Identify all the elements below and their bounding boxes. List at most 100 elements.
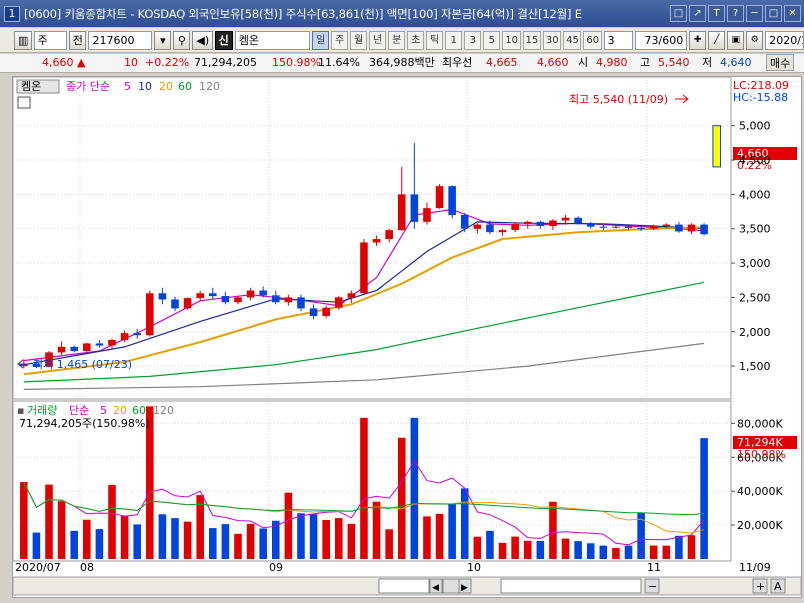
- candle-body: [120, 333, 129, 340]
- chart-svg[interactable]: 켐온 종가 단순 5 10 20 60 120 LC:218.09 HC:-15…: [12, 76, 802, 597]
- seg-60[interactable]: 60: [583, 30, 602, 50]
- low-annotation: 최저 1,465 (07/23): [33, 358, 132, 371]
- volume-bar: [536, 540, 545, 559]
- seg-5[interactable]: 5: [483, 30, 501, 50]
- vol-current-text: 71,294,205주(150.98%): [19, 417, 150, 430]
- close-button[interactable]: ✕: [784, 5, 801, 22]
- legend-ma-5: 5: [124, 80, 131, 93]
- stock-name-field[interactable]: 켐온: [234, 30, 311, 50]
- volume-bar: [309, 514, 318, 559]
- best-ask: 4,660: [537, 56, 569, 69]
- prev-button[interactable]: 전: [68, 30, 87, 50]
- date-input[interactable]: 2020/1: [765, 30, 804, 50]
- seg-3[interactable]: 3: [464, 30, 482, 50]
- x-label-10: 10: [467, 561, 481, 574]
- scroll-track[interactable]: [378, 578, 430, 594]
- volume-bar: [45, 484, 53, 559]
- seg-year[interactable]: 년: [369, 30, 387, 50]
- scroll-left-icon[interactable]: ◀: [432, 583, 439, 593]
- volume-bar: [423, 516, 431, 559]
- low-price: 4,640: [720, 56, 752, 69]
- seg-second[interactable]: 초: [407, 30, 425, 50]
- candle-body: [95, 343, 104, 346]
- buy-button[interactable]: 매수: [766, 54, 795, 71]
- count-input[interactable]: 73/600: [634, 30, 688, 50]
- volume-bar: [700, 438, 708, 559]
- candle-body: [309, 308, 318, 316]
- stock-code-input[interactable]: 217600: [88, 30, 153, 50]
- period-select[interactable]: 주: [33, 30, 67, 50]
- credit-badge: 신: [214, 30, 233, 50]
- forecast-box: [712, 125, 721, 168]
- link-icon[interactable]: ↗: [689, 5, 706, 22]
- x-axis: 2020/07 08 09 10 11 11/09: [15, 561, 771, 574]
- maximize-button[interactable]: □: [765, 5, 782, 22]
- candle-body: [675, 224, 683, 232]
- help-icon[interactable]: ?: [727, 5, 744, 22]
- seg-day[interactable]: 일: [312, 30, 330, 50]
- candle-body: [423, 208, 431, 222]
- candle-body: [221, 296, 230, 303]
- candle-body: [612, 226, 620, 228]
- low-label: 저: [702, 56, 713, 69]
- settings-icon[interactable]: ⚙: [746, 30, 764, 50]
- zoom-in-icon[interactable]: +: [756, 580, 765, 593]
- volume-ratio: 150.98%: [272, 56, 321, 69]
- candle-body: [397, 194, 406, 231]
- volume-bar: [83, 519, 91, 559]
- volume-bar: [549, 501, 557, 559]
- candle-body: [297, 297, 305, 309]
- seg-30[interactable]: 30: [542, 30, 562, 50]
- price-tick-label: 1,500: [739, 360, 771, 373]
- legend-ma-120: 120: [199, 80, 220, 93]
- dropdown-chevron-icon[interactable]: ▾: [154, 30, 172, 50]
- candle-body: [70, 346, 78, 351]
- candle-body: [486, 224, 494, 233]
- save-icon[interactable]: ▣: [727, 30, 745, 50]
- seg-tick[interactable]: 틱: [426, 30, 444, 50]
- minimize-button[interactable]: ─: [746, 5, 763, 22]
- candle-body: [662, 224, 671, 226]
- volume-bar: [523, 540, 532, 559]
- grid-toggle-icon[interactable]: [17, 96, 31, 109]
- price-tick-label: 5,000: [739, 120, 771, 133]
- seg-minute[interactable]: 분: [388, 30, 406, 50]
- zoom-out-icon[interactable]: −: [648, 580, 657, 593]
- volume-bar: [297, 513, 305, 559]
- zoom-slider[interactable]: [500, 578, 642, 594]
- candle-body: [536, 221, 545, 226]
- candle-body: [435, 186, 444, 209]
- seg-15[interactable]: 15: [522, 30, 541, 50]
- restore-view-icon[interactable]: □: [670, 5, 687, 22]
- volume-bar: [397, 437, 406, 559]
- scroll-thumb[interactable]: [442, 578, 460, 594]
- auto-scale-icon[interactable]: A: [774, 580, 782, 593]
- interval-select[interactable]: 3: [603, 30, 633, 50]
- candle-body: [460, 214, 469, 229]
- crosshair-icon[interactable]: ✚: [689, 30, 707, 50]
- volume-bar: [498, 542, 507, 559]
- trade-amount: 364,988백만: [369, 56, 435, 69]
- price-tick-label: 4,500: [739, 154, 771, 167]
- volume-bar: [70, 530, 78, 559]
- magnifier-icon[interactable]: ⚲: [173, 30, 191, 50]
- vol-legend-ma-120: 120: [153, 404, 174, 417]
- line-tool-icon[interactable]: ╱: [708, 30, 726, 50]
- vol-legend-ma-60: 60: [132, 404, 146, 417]
- seg-45[interactable]: 45: [563, 30, 582, 50]
- volume-bar: [32, 532, 41, 559]
- seg-week[interactable]: 주: [331, 30, 349, 50]
- text-icon[interactable]: T: [708, 5, 725, 22]
- speaker-icon[interactable]: ◀): [192, 30, 213, 50]
- seg-10[interactable]: 10: [502, 30, 521, 50]
- vol-legend-icon: ▪: [17, 404, 24, 417]
- volume-ticks: 80,000K60,000K40,000K20,000K: [731, 417, 783, 532]
- candle-body: [574, 217, 582, 224]
- chart-area[interactable]: 켐온 종가 단순 5 10 20 60 120 LC:218.09 HC:-15…: [12, 76, 802, 598]
- layout-icon[interactable]: ▥: [14, 30, 32, 50]
- volume-bar: [57, 501, 66, 559]
- scroll-right-icon[interactable]: ▶: [461, 583, 468, 593]
- candle-body: [523, 221, 532, 224]
- seg-month[interactable]: 월: [350, 30, 368, 50]
- seg-1[interactable]: 1: [445, 30, 463, 50]
